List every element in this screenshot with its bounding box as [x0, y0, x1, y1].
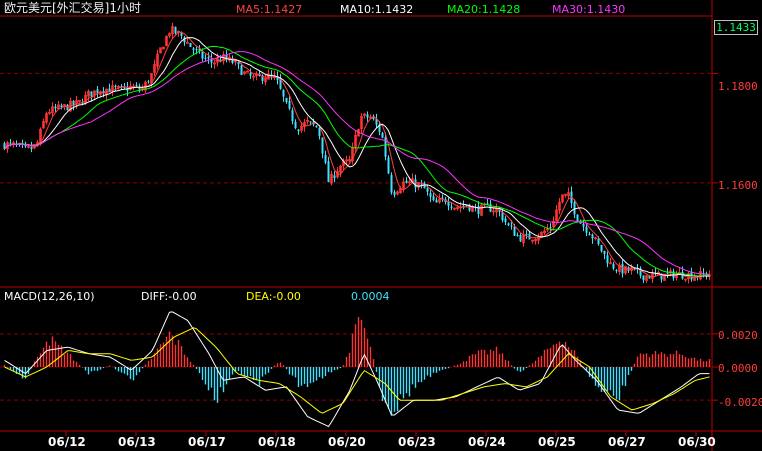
macd-y-tick-neg: -0.0020 [718, 396, 762, 409]
x-tick-0620: 06/20 [328, 435, 366, 449]
candle-body [204, 57, 207, 59]
candle-body [510, 225, 513, 227]
candle-body [237, 62, 240, 65]
candle-body [576, 214, 579, 222]
candle-body [186, 41, 189, 44]
chart-canvas[interactable] [0, 0, 762, 451]
candle-body [513, 226, 516, 236]
ma30-line [4, 51, 710, 275]
candle-body [321, 137, 324, 154]
x-tick-0617: 06/17 [188, 435, 226, 449]
candle-body [612, 263, 615, 269]
candle-body [189, 42, 192, 47]
macd-diff-line [4, 311, 710, 428]
last-price-badge: 1.1433 [714, 20, 758, 35]
candle-body [54, 106, 57, 109]
candle-body [516, 234, 519, 236]
candle-body [447, 201, 450, 206]
candle-body [606, 255, 609, 264]
candle-body [90, 91, 93, 97]
candle-body [72, 100, 75, 106]
candle-body [432, 196, 435, 201]
candle-body [285, 98, 288, 103]
chart-window: 欧元美元[外汇交易]1小时 MA5:1.1427 MA10:1.1432 MA2… [0, 0, 762, 451]
candle-body [207, 57, 210, 59]
x-tick-0627: 06/27 [608, 435, 646, 449]
candle-body [429, 193, 432, 197]
macd-legend-diff: DIFF:-0.00 [141, 290, 197, 303]
candle-body [435, 199, 438, 203]
macd-legend-name: MACD(12,26,10) [4, 290, 95, 303]
candle-body [30, 146, 33, 150]
ma20-legend: MA20:1.1428 [447, 3, 521, 16]
candle-body [462, 205, 465, 207]
candle-body [195, 49, 198, 51]
ma30-legend: MA30:1.1430 [552, 3, 626, 16]
candle-body [597, 238, 600, 245]
candle-body [324, 155, 327, 163]
candle-body [147, 81, 150, 83]
candle-body [240, 65, 243, 75]
candle-body [441, 197, 444, 199]
candle-body [327, 161, 330, 183]
candle-body [174, 26, 177, 34]
candle-body [405, 180, 408, 183]
candle-body [573, 202, 576, 215]
y-tick-1-1800: 1.1800 [718, 80, 758, 93]
candle-body [366, 114, 369, 118]
candle-body [60, 105, 63, 108]
candle-body [591, 234, 594, 239]
candle-body [135, 84, 138, 87]
candle-body [249, 72, 252, 76]
candle-body [507, 223, 510, 226]
candle-body [309, 121, 312, 123]
candle-body [666, 272, 669, 274]
candle-body [390, 174, 393, 193]
candle-body [519, 234, 522, 242]
candle-body [525, 234, 528, 236]
candle-body [393, 192, 396, 196]
candle-body [333, 175, 336, 179]
macd-y-tick-pos: 0.0020 [718, 329, 758, 342]
x-tick-0624: 06/24 [468, 435, 506, 449]
candle-body [288, 101, 291, 109]
x-tick-0630: 06/30 [678, 435, 716, 449]
ma5-legend: MA5:1.1427 [236, 3, 303, 16]
candle-body [588, 233, 591, 236]
candle-body [297, 129, 300, 132]
candle-body [642, 275, 645, 281]
candle-body [387, 157, 390, 174]
candle-body [381, 132, 384, 138]
candle-body [600, 245, 603, 252]
candle-body [585, 226, 588, 233]
candle-body [450, 206, 453, 208]
candle-body [315, 125, 318, 128]
chart-title: 欧元美元[外汇交易]1小时 [4, 1, 141, 15]
candle-body [318, 127, 321, 136]
candle-body [549, 227, 552, 229]
candle-body [504, 218, 507, 223]
candle-body [414, 179, 417, 188]
x-tick-0612: 06/12 [48, 435, 86, 449]
candle-body [603, 250, 606, 255]
candle-body [282, 89, 285, 97]
candle-body [9, 142, 12, 144]
candle-body [426, 188, 429, 192]
candle-body [114, 85, 117, 87]
ma5-line [4, 31, 710, 279]
y-tick-1-1600: 1.1600 [718, 179, 758, 192]
x-tick-0613: 06/13 [118, 435, 156, 449]
macd-y-tick-zero: 0.0000 [718, 362, 758, 375]
x-tick-0618: 06/18 [258, 435, 296, 449]
candle-body [615, 270, 618, 272]
x-tick-0625: 06/25 [538, 435, 576, 449]
candle-body [294, 121, 297, 129]
candle-body [291, 110, 294, 122]
ma10-legend: MA10:1.1432 [340, 3, 414, 16]
macd-legend-value: 0.0004 [351, 290, 390, 303]
macd-legend-dea: DEA:-0.00 [246, 290, 301, 303]
x-tick-0623: 06/23 [398, 435, 436, 449]
candle-body [192, 48, 195, 50]
candle-body [582, 223, 585, 227]
